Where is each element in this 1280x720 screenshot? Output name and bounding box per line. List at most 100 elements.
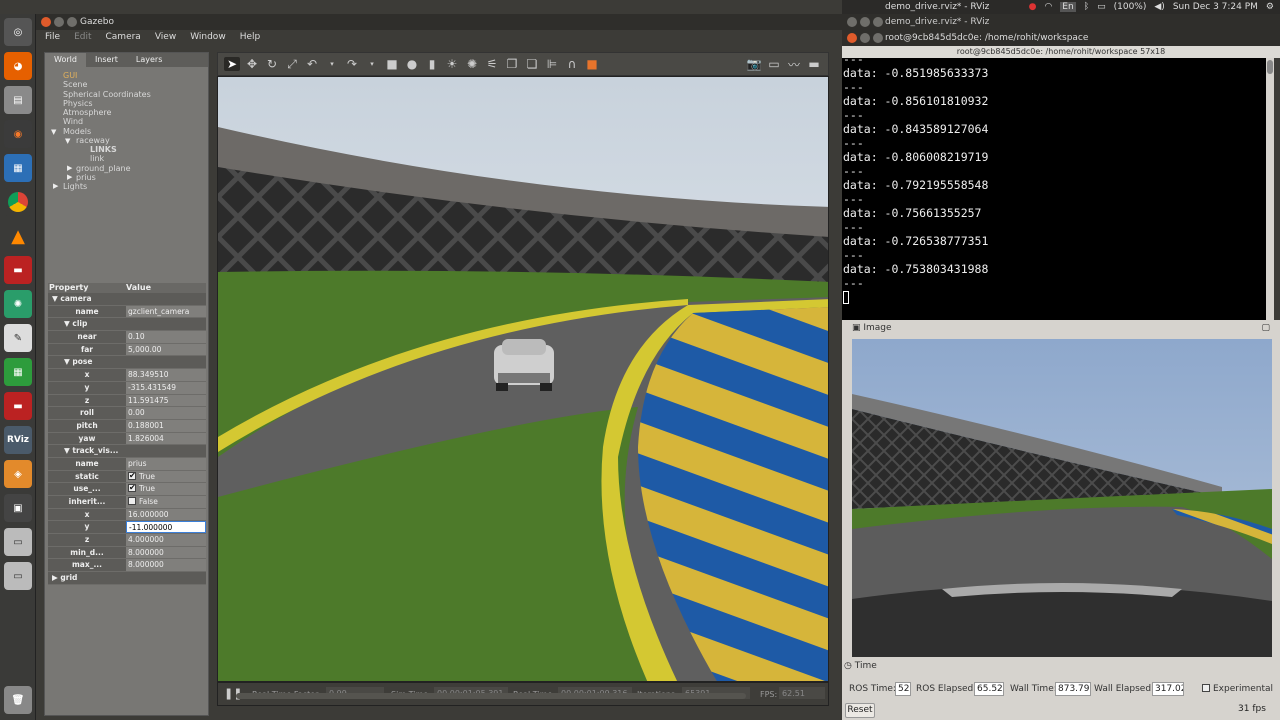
maximize-icon[interactable] bbox=[67, 17, 77, 27]
collapse-arrow-icon[interactable]: ▶ bbox=[67, 164, 72, 172]
scale-mode-icon[interactable]: ⤢ bbox=[284, 57, 300, 72]
tab-insert[interactable]: Insert bbox=[86, 53, 127, 67]
close-icon[interactable] bbox=[847, 17, 857, 27]
record-video-icon[interactable]: ▬ bbox=[806, 57, 822, 71]
tree-item-link[interactable]: link bbox=[90, 154, 104, 163]
firefox-icon[interactable]: ◕ bbox=[4, 52, 32, 80]
prop-row[interactable]: x 16.000000 bbox=[48, 508, 206, 522]
prop-row[interactable]: min_d... 8.000000 bbox=[48, 546, 206, 560]
tree-item-wind[interactable]: Wind bbox=[63, 117, 83, 126]
clock[interactable]: Sun Dec 3 7:24 PM bbox=[1173, 2, 1258, 12]
maximize-icon[interactable] bbox=[873, 17, 883, 27]
maximize-icon[interactable] bbox=[873, 33, 883, 43]
prop-value[interactable]: 4.000000 bbox=[126, 534, 206, 546]
prop-group-grid[interactable]: ▶ grid bbox=[48, 572, 206, 585]
prop-group-track-visual[interactable]: ▼ track_vis... bbox=[48, 445, 206, 458]
keyboard-indicator[interactable]: En bbox=[1060, 2, 1076, 12]
select-mode-icon[interactable]: ➤ bbox=[224, 57, 240, 71]
tab-layers[interactable]: Layers bbox=[127, 53, 171, 67]
tree-item-lights[interactable]: Lights bbox=[63, 182, 87, 191]
redo-icon[interactable]: ↷ bbox=[344, 57, 360, 71]
prius-car[interactable] bbox=[494, 339, 554, 391]
bluetooth-icon[interactable]: ᛒ bbox=[1084, 2, 1089, 12]
minimize-icon[interactable] bbox=[860, 17, 870, 27]
rotate-mode-icon[interactable]: ↻ bbox=[264, 57, 280, 71]
prop-row[interactable]: y -315.431549 bbox=[48, 381, 206, 395]
gazebo-3d-viewport[interactable] bbox=[217, 76, 829, 682]
tree-item-links[interactable]: LINKS bbox=[90, 145, 117, 154]
prop-value[interactable]: 0.00 bbox=[126, 407, 206, 419]
chrome-icon[interactable] bbox=[4, 188, 32, 216]
undo-history-icon[interactable]: ▾ bbox=[324, 60, 340, 68]
use-checkbox[interactable] bbox=[128, 483, 136, 494]
expand-arrow-icon[interactable]: ▼ bbox=[51, 128, 56, 136]
prop-value[interactable]: 8.000000 bbox=[126, 559, 206, 572]
box-shape-icon[interactable]: ■ bbox=[384, 57, 400, 71]
close-panel-icon[interactable]: ▢ bbox=[1261, 323, 1270, 333]
close-icon[interactable] bbox=[847, 33, 857, 43]
menu-file[interactable]: File bbox=[45, 32, 60, 46]
prop-value-input[interactable]: -11.000000 bbox=[126, 521, 206, 534]
prop-row-editing[interactable]: y -11.000000 bbox=[48, 521, 206, 535]
editor-icon[interactable]: ✎ bbox=[4, 324, 32, 352]
menu-edit[interactable]: Edit bbox=[74, 32, 91, 46]
prop-group-clip[interactable]: ▼ clip bbox=[48, 318, 206, 332]
inherit-checkbox[interactable] bbox=[128, 497, 136, 505]
atom-icon[interactable]: ✺ bbox=[4, 290, 32, 318]
prop-value[interactable]: 0.10 bbox=[126, 331, 206, 343]
record-icon[interactable]: ● bbox=[1029, 2, 1037, 12]
tree-item-ground-plane[interactable]: ground_plane bbox=[76, 164, 131, 173]
prop-row[interactable]: roll 0.00 bbox=[48, 407, 206, 420]
reset-button[interactable]: Reset bbox=[845, 703, 875, 718]
horizontal-scrollbar[interactable] bbox=[236, 693, 746, 699]
prop-value[interactable]: gzclient_camera bbox=[126, 305, 206, 318]
app2-icon[interactable]: ▬ bbox=[4, 392, 32, 420]
prop-value[interactable]: 11.591475 bbox=[126, 394, 206, 407]
sphere-shape-icon[interactable]: ● bbox=[404, 57, 420, 71]
prop-row[interactable]: use_... True bbox=[48, 483, 206, 496]
workspace-icon[interactable]: ▣ bbox=[4, 494, 32, 522]
vm-icon[interactable]: ▦ bbox=[4, 154, 32, 182]
tab-world[interactable]: World bbox=[45, 53, 86, 67]
tree-item-gui[interactable]: GUI bbox=[63, 71, 77, 80]
collapse-arrow-icon[interactable]: ▶ bbox=[53, 182, 58, 190]
wall-time-field[interactable]: 873.79 bbox=[1055, 682, 1091, 696]
experimental-checkbox[interactable] bbox=[1202, 683, 1210, 692]
battery-icon[interactable]: ▭ bbox=[1097, 2, 1106, 12]
tree-item-physics[interactable]: Physics bbox=[63, 99, 93, 108]
prop-row[interactable]: name prius bbox=[48, 457, 206, 471]
prop-row[interactable]: z 11.591475 bbox=[48, 394, 206, 408]
prop-row[interactable]: near 0.10 bbox=[48, 331, 206, 344]
menu-window[interactable]: Window bbox=[190, 32, 226, 46]
wall-elapsed-field[interactable]: 317.02 bbox=[1152, 682, 1184, 696]
screenshot-icon[interactable]: 📷 bbox=[746, 57, 762, 71]
rviz-icon[interactable]: RViz bbox=[4, 426, 32, 454]
settings-gear-icon[interactable]: ⚙ bbox=[1266, 2, 1274, 12]
prop-row[interactable]: x 88.349510 bbox=[48, 369, 206, 382]
prop-row[interactable]: yaw 1.826004 bbox=[48, 432, 206, 446]
prop-value[interactable]: -315.431549 bbox=[126, 381, 206, 394]
vlc-icon[interactable]: ▲ bbox=[4, 222, 32, 250]
wifi-icon[interactable]: ◠ bbox=[1044, 2, 1052, 12]
prop-row[interactable]: z 4.000000 bbox=[48, 534, 206, 547]
menu-help[interactable]: Help bbox=[240, 32, 261, 46]
drive2-icon[interactable]: ▭ bbox=[4, 562, 32, 590]
prop-value[interactable]: 1.826004 bbox=[126, 432, 206, 445]
blender-icon[interactable]: ◉ bbox=[4, 120, 32, 148]
change-view-icon[interactable]: ■ bbox=[584, 57, 600, 71]
translate-mode-icon[interactable]: ✥ bbox=[244, 57, 260, 71]
app-icon[interactable]: ▬ bbox=[4, 256, 32, 284]
tree-item-prius[interactable]: prius bbox=[76, 173, 96, 182]
close-icon[interactable] bbox=[41, 17, 51, 27]
gazebo-icon[interactable]: ◈ bbox=[4, 460, 32, 488]
prop-row[interactable]: inherit... False bbox=[48, 496, 206, 509]
prop-value[interactable]: 88.349510 bbox=[126, 369, 206, 381]
minimize-icon[interactable] bbox=[54, 17, 64, 27]
volume-icon[interactable]: ◀) bbox=[1154, 2, 1164, 12]
align-icon[interactable]: ⊫ bbox=[544, 57, 560, 71]
minimize-icon[interactable] bbox=[860, 33, 870, 43]
cylinder-shape-icon[interactable]: ▮ bbox=[424, 57, 440, 71]
prop-value[interactable]: 8.000000 bbox=[126, 546, 206, 559]
terminal-output[interactable]: --- data: -0.851985633373 --- data: -0.8… bbox=[842, 58, 1266, 320]
tree-item-models[interactable]: Models bbox=[63, 127, 91, 136]
